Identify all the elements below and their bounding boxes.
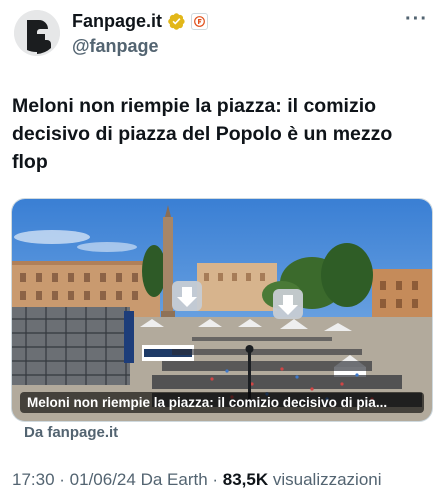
- views-label: visualizzazioni: [268, 470, 382, 489]
- tweet-time[interactable]: 17:30: [12, 470, 55, 489]
- verified-badge-icon[interactable]: [167, 12, 186, 31]
- tweet-meta: 17:30 · 01/06/24 Da Earth · 83,5K visual…: [12, 470, 434, 490]
- card-image: [12, 199, 432, 421]
- author-handle[interactable]: @fanpage: [72, 36, 159, 57]
- meta-separator: ·: [207, 470, 223, 489]
- arrow-down-icon: [273, 289, 303, 319]
- fanpage-logo-icon: [14, 10, 60, 56]
- author-name[interactable]: Fanpage.it: [72, 11, 162, 32]
- card-source-link[interactable]: Da fanpage.it: [24, 424, 118, 441]
- more-options-button[interactable]: ···: [405, 8, 428, 31]
- avatar[interactable]: [14, 10, 60, 56]
- fanpage-mini-logo-icon: [194, 16, 205, 27]
- card-caption: Meloni non riempie la piazza: il comizio…: [20, 392, 424, 413]
- affiliate-badge-icon[interactable]: [191, 13, 209, 30]
- tweet-via: Da Earth: [135, 470, 208, 489]
- link-card[interactable]: Meloni non riempie la piazza: il comizio…: [11, 198, 433, 422]
- tweet-text: Meloni non riempie la piazza: il comizio…: [12, 95, 393, 173]
- author-row: Fanpage.it: [72, 11, 209, 32]
- tweet-date[interactable]: 01/06/24: [70, 470, 136, 489]
- arrow-down-icon: [172, 281, 202, 311]
- meta-separator: ·: [54, 470, 70, 489]
- views-count: 83,5K: [222, 470, 269, 489]
